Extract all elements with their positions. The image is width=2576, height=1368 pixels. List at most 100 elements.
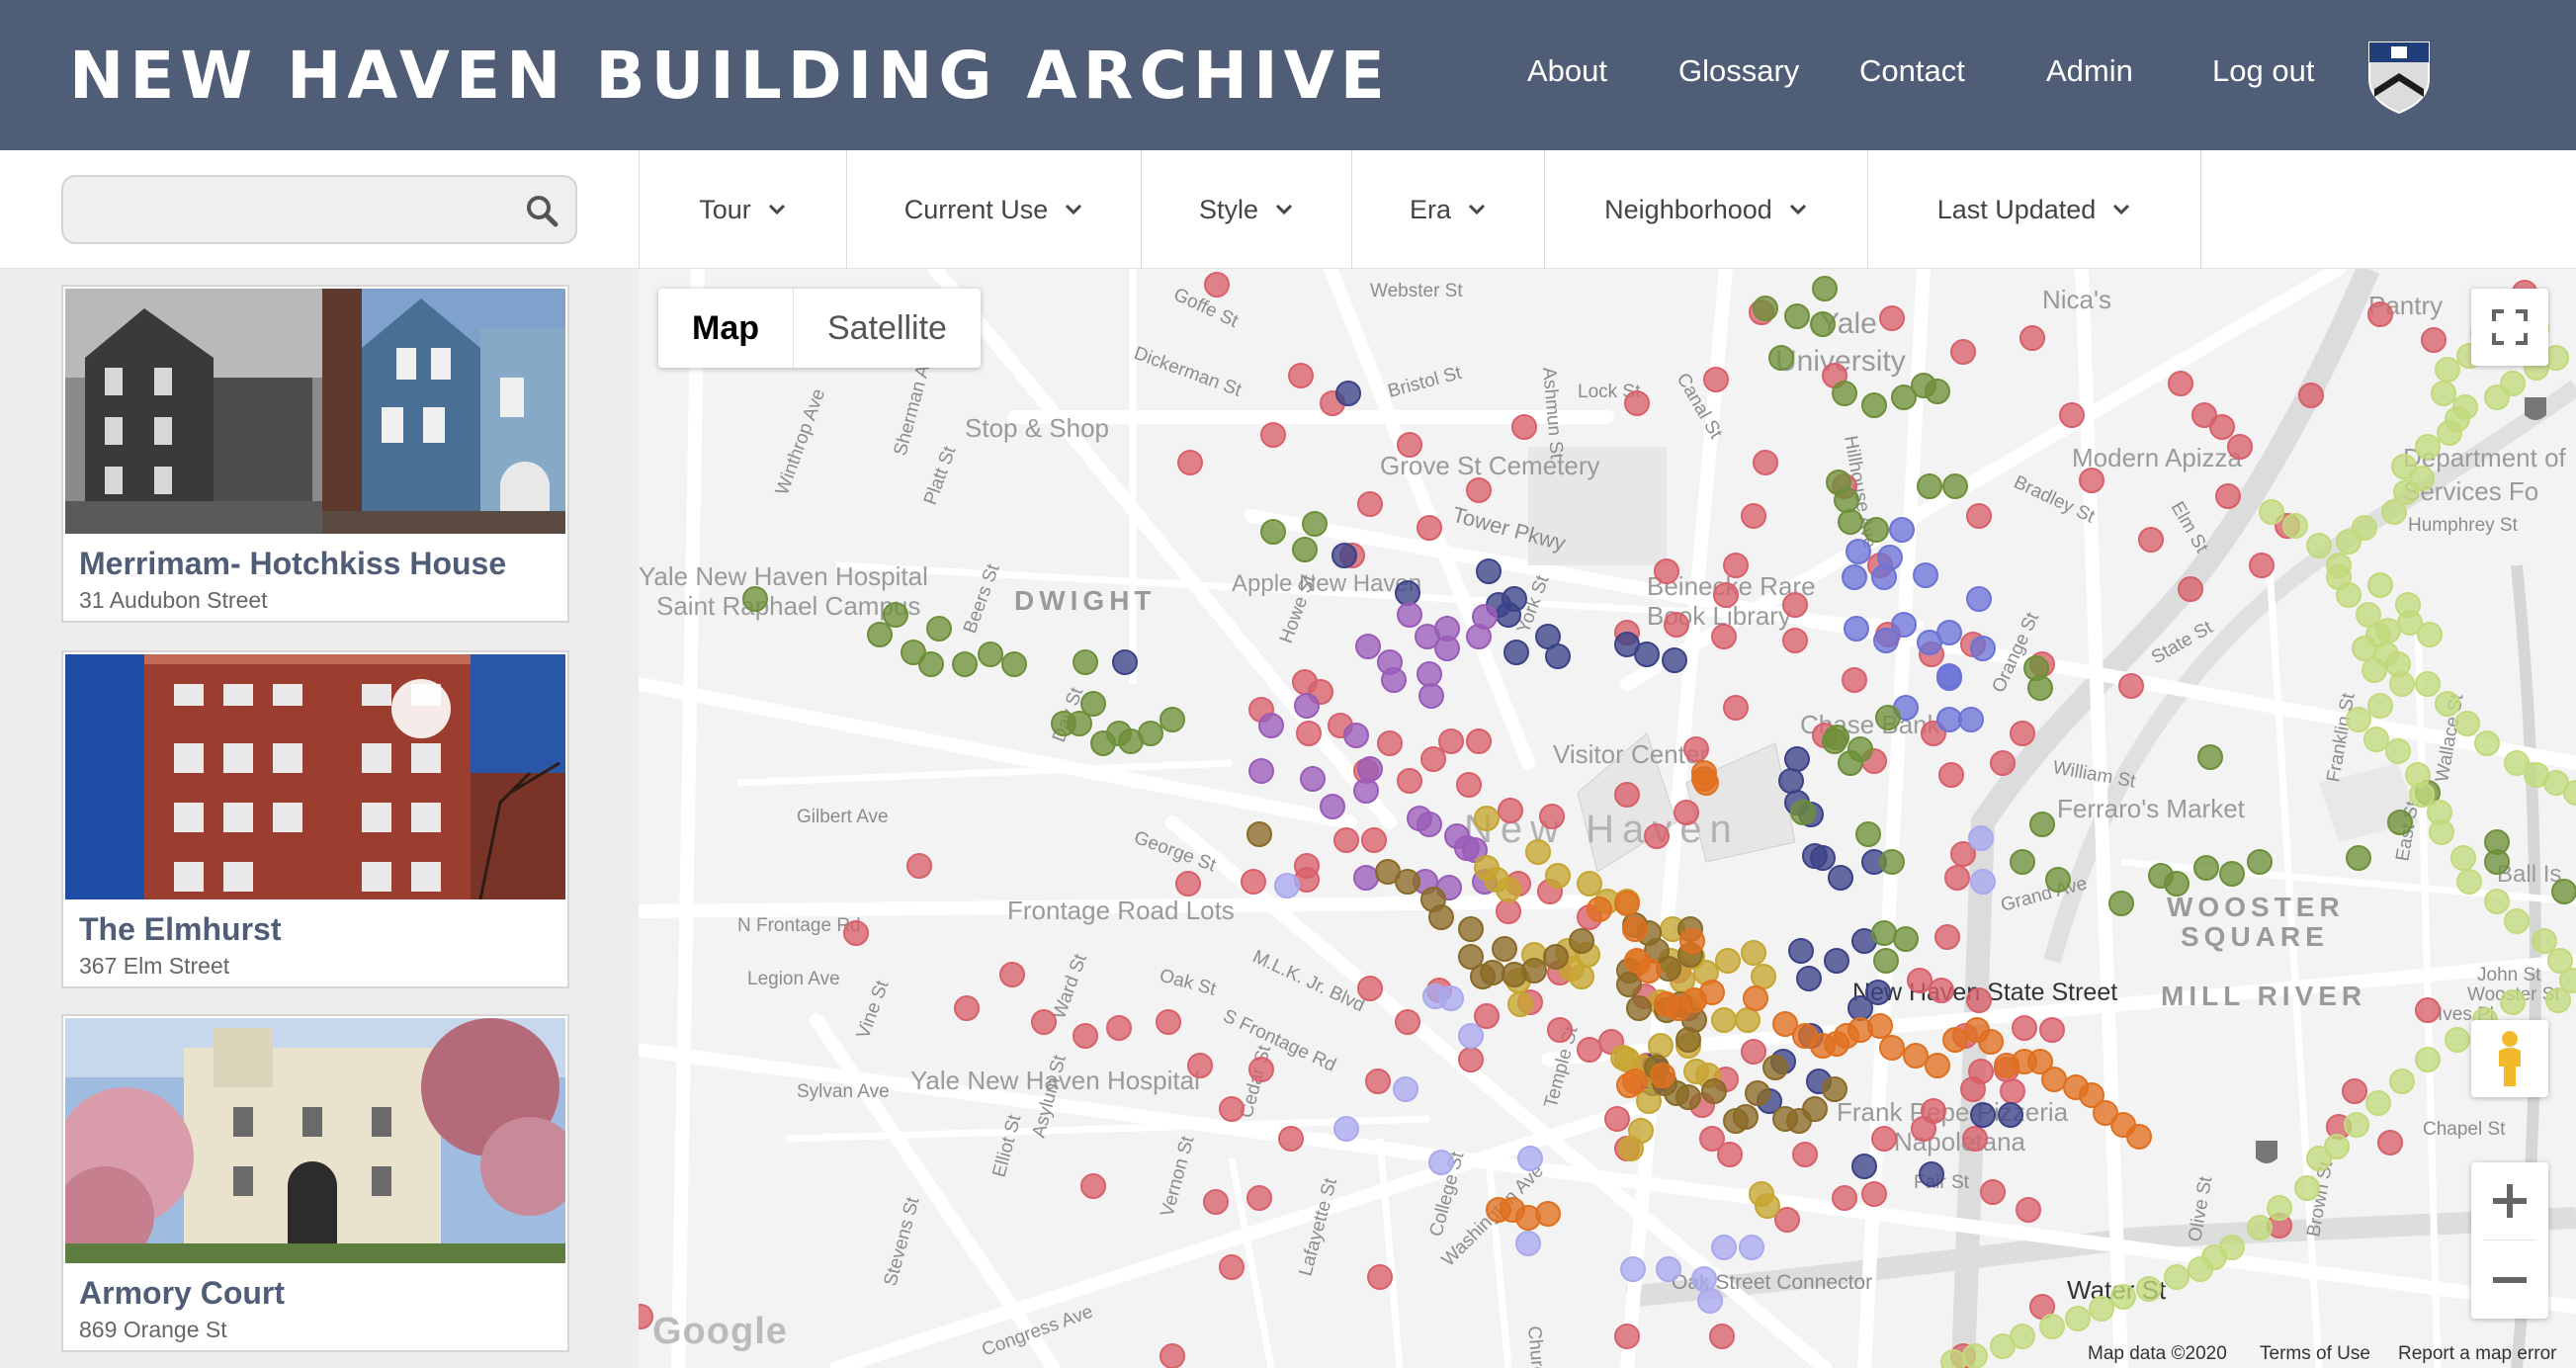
- building-marker[interactable]: [1919, 1161, 1944, 1187]
- building-marker[interactable]: [1278, 1126, 1304, 1152]
- building-marker[interactable]: [1832, 1185, 1857, 1211]
- building-marker[interactable]: [1294, 693, 1320, 719]
- filter-tour[interactable]: Tour: [639, 150, 846, 269]
- building-marker[interactable]: [1377, 730, 1403, 756]
- building-marker[interactable]: [1917, 473, 1942, 499]
- building-marker[interactable]: [1871, 1126, 1897, 1152]
- map-view[interactable]: DWIGHT New Haven WOOSTER SQUARE MILL RIV…: [639, 269, 2576, 1368]
- building-marker[interactable]: [2045, 867, 2071, 893]
- building-marker[interactable]: [1466, 624, 1492, 649]
- building-marker[interactable]: [1634, 641, 1660, 667]
- nav-admin[interactable]: Admin: [2046, 51, 2133, 91]
- building-marker[interactable]: [2504, 908, 2530, 934]
- building-marker[interactable]: [2089, 1296, 2114, 1322]
- building-marker[interactable]: [2136, 1276, 2162, 1302]
- building-marker[interactable]: [2456, 869, 2482, 895]
- building-marker[interactable]: [2227, 434, 2253, 460]
- building-marker[interactable]: [1832, 381, 1857, 406]
- site-title[interactable]: NEW HAVEN BUILDING ARCHIVE: [69, 38, 1391, 115]
- building-marker[interactable]: [1636, 958, 1662, 983]
- building-marker[interactable]: [1942, 473, 1968, 499]
- building-marker[interactable]: [2389, 671, 2415, 697]
- building-marker[interactable]: [1397, 768, 1422, 794]
- building-marker[interactable]: [1828, 865, 1853, 891]
- building-marker[interactable]: [1353, 865, 1379, 891]
- building-marker[interactable]: [2421, 327, 2447, 353]
- building-marker[interactable]: [1219, 1096, 1245, 1122]
- building-marker[interactable]: [1691, 766, 1717, 792]
- building-marker[interactable]: [1626, 995, 1652, 1021]
- building-marker[interactable]: [2306, 1146, 2332, 1171]
- nav-log-out[interactable]: Log out: [2212, 51, 2314, 91]
- building-marker[interactable]: [1333, 1116, 1359, 1142]
- building-marker[interactable]: [1675, 1084, 1701, 1110]
- building-marker[interactable]: [1466, 728, 1492, 754]
- building-marker[interactable]: [1938, 762, 1964, 788]
- building-marker[interactable]: [2387, 810, 2413, 835]
- building-marker[interactable]: [1577, 1037, 1602, 1063]
- map-type-satellite-button[interactable]: Satellite: [794, 289, 981, 368]
- building-marker[interactable]: [1492, 936, 1517, 962]
- building-marker[interactable]: [1873, 948, 1899, 974]
- building-marker[interactable]: [1893, 926, 1919, 952]
- building-name[interactable]: Merrimam- Hotchkiss House: [79, 546, 506, 582]
- building-marker[interactable]: [1861, 392, 1887, 418]
- building-marker[interactable]: [1674, 800, 1699, 825]
- nav-about[interactable]: About: [1527, 51, 1607, 91]
- building-marker[interactable]: [2282, 513, 2308, 539]
- building-marker[interactable]: [1395, 869, 1420, 895]
- building-marker[interactable]: [1936, 707, 1962, 732]
- building-marker[interactable]: [1778, 768, 1804, 794]
- building-marker[interactable]: [1703, 367, 1729, 392]
- building-marker[interactable]: [1966, 503, 1992, 529]
- building-marker[interactable]: [2450, 845, 2476, 871]
- building-marker[interactable]: [2164, 871, 2190, 897]
- building-marker[interactable]: [1711, 1235, 1737, 1260]
- building-marker[interactable]: [2365, 1090, 2391, 1116]
- building-marker[interactable]: [1784, 746, 1810, 772]
- building-marker[interactable]: [1944, 865, 1970, 891]
- building-marker[interactable]: [1980, 1179, 2006, 1205]
- building-marker[interactable]: [2039, 1017, 2065, 1043]
- building-marker[interactable]: [1903, 1043, 1929, 1069]
- building-marker[interactable]: [1968, 825, 1994, 851]
- building-marker[interactable]: [2029, 812, 2055, 837]
- building-marker[interactable]: [1970, 1102, 1996, 1128]
- building-marker[interactable]: [1715, 948, 1741, 974]
- building-marker[interactable]: [2352, 636, 2377, 661]
- building-marker[interactable]: [2367, 572, 2393, 598]
- building-marker[interactable]: [1428, 904, 1454, 930]
- building-marker[interactable]: [1662, 647, 1687, 673]
- building-marker[interactable]: [1353, 778, 1379, 804]
- building-marker[interactable]: [2108, 891, 2134, 916]
- building-marker[interactable]: [1302, 511, 1328, 537]
- building-marker[interactable]: [1861, 1181, 1887, 1207]
- building-marker[interactable]: [1333, 827, 1359, 853]
- building-marker[interactable]: [1498, 798, 1523, 823]
- building-marker[interactable]: [1768, 345, 1794, 371]
- building-marker[interactable]: [2110, 1284, 2136, 1310]
- building-marker[interactable]: [1812, 276, 1838, 301]
- building-marker[interactable]: [1292, 537, 1318, 562]
- building-marker[interactable]: [2344, 1112, 2369, 1138]
- building-marker[interactable]: [1365, 1069, 1391, 1094]
- building-marker[interactable]: [1248, 758, 1274, 784]
- building-marker[interactable]: [2249, 553, 2275, 578]
- building-marker[interactable]: [2367, 693, 2393, 719]
- building-marker[interactable]: [2336, 529, 2361, 555]
- building-marker[interactable]: [1616, 1072, 1642, 1098]
- building-marker[interactable]: [1699, 1126, 1725, 1152]
- building-card[interactable]: The Elmhurst 367 Elm Street: [61, 650, 569, 988]
- building-marker[interactable]: [1618, 1136, 1644, 1161]
- building-marker[interactable]: [1545, 863, 1571, 889]
- building-marker[interactable]: [1966, 586, 1992, 612]
- building-marker[interactable]: [2168, 371, 2193, 396]
- street-view-button[interactable]: [2471, 1020, 2548, 1097]
- building-marker[interactable]: [1159, 1343, 1185, 1368]
- building-marker[interactable]: [1929, 978, 1954, 1003]
- building-marker[interactable]: [1417, 812, 1442, 837]
- building-marker[interactable]: [1962, 1343, 1988, 1368]
- building-marker[interactable]: [1802, 1096, 1828, 1122]
- building-marker[interactable]: [1751, 964, 1776, 989]
- building-marker[interactable]: [1942, 1027, 1968, 1053]
